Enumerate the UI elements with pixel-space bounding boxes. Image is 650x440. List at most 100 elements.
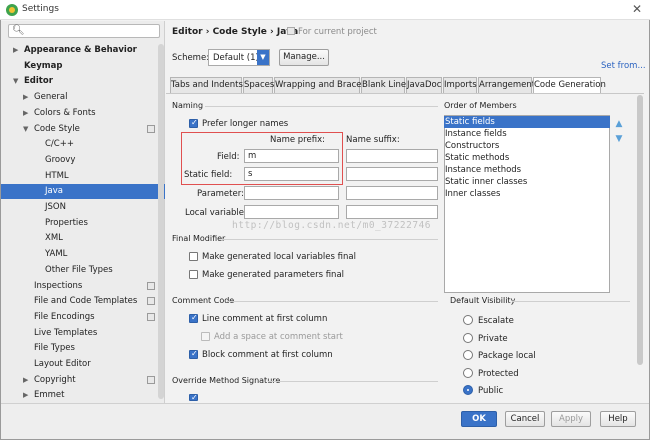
sidebar-item[interactable]: ▼ Code Style	[1, 122, 165, 137]
help-button[interactable]: Help	[600, 411, 636, 427]
scheme-select[interactable]: Default (1) ▼	[208, 49, 270, 66]
sidebar-item[interactable]: Other File Types	[1, 263, 165, 278]
order-list-item[interactable]: Static fields	[444, 116, 610, 128]
final-params-label: Make generated parameters final	[202, 270, 345, 280]
close-icon[interactable]: ✕	[630, 2, 644, 16]
sidebar-item[interactable]: HTML	[1, 169, 165, 184]
tab[interactable]: Wrapping and Braces	[274, 77, 366, 93]
sidebar-item-label: General	[34, 92, 68, 103]
prefer-longer-label: Prefer longer names	[202, 119, 289, 129]
visibility-radio[interactable]	[463, 332, 473, 343]
arrow-down-icon[interactable]: ▼	[614, 134, 624, 144]
add-space-label: Add a space at comment start	[214, 332, 343, 342]
sidebar-item[interactable]: ▶ Appearance & Behavior	[1, 43, 165, 58]
sidebar-item-label: Keymap	[24, 60, 63, 71]
sidebar-item[interactable]: Live Templates	[1, 326, 165, 341]
sidebar-item[interactable]: ▶ Emmet	[1, 388, 165, 403]
static-field-prefix-input[interactable]: s	[244, 167, 339, 181]
order-list-item[interactable]: Instance methods	[444, 164, 610, 176]
chevron-right-icon[interactable]: ▶	[23, 388, 31, 403]
static-field-prefix-value: s	[248, 169, 253, 179]
chevron-right-icon[interactable]: ▶	[13, 43, 21, 58]
naming-title: Naming	[172, 101, 204, 110]
scheme-label: Scheme:	[172, 53, 210, 63]
static-field-label: Static field:	[184, 170, 233, 180]
window-title: Settings	[22, 4, 59, 14]
order-list-item[interactable]: Instance fields	[444, 128, 610, 140]
breadcrumb-note: For current project	[287, 27, 377, 37]
set-from-link[interactable]: Set from...	[601, 61, 646, 71]
visibility-radio[interactable]	[463, 367, 473, 378]
local-variable-suffix-input[interactable]	[346, 205, 438, 219]
sidebar-item[interactable]: Groovy	[1, 153, 165, 168]
android-studio-icon	[6, 4, 18, 16]
static-field-suffix-input[interactable]	[346, 167, 438, 181]
visibility-radio[interactable]	[463, 350, 473, 360]
tab[interactable]: Arrangement	[478, 77, 535, 93]
sidebar-item[interactable]: ▶ Copyright	[1, 373, 165, 388]
project-scope-icon	[147, 297, 155, 306]
tab[interactable]: Tabs and Indents	[170, 77, 243, 93]
sidebar-item[interactable]: ▶ Colors & Fonts	[1, 106, 165, 121]
final-local-vars-checkbox[interactable]	[189, 252, 198, 261]
block-comment-label: Block comment at first column	[202, 350, 333, 360]
chevron-down-icon[interactable]: ▼	[13, 74, 21, 89]
sidebar-item[interactable]: Java	[1, 184, 165, 200]
sidebar-item[interactable]: JSON	[1, 200, 165, 215]
chevron-right-icon[interactable]: ▶	[23, 106, 31, 121]
sidebar-item[interactable]: YAML	[1, 247, 165, 262]
tab[interactable]: Code Generation	[533, 77, 606, 94]
order-list-item[interactable]: Static methods	[444, 152, 610, 164]
sidebar-item[interactable]: Inspections	[1, 279, 165, 294]
parameter-prefix-input[interactable]	[244, 186, 339, 200]
name-suffix-header: Name suffix:	[346, 135, 400, 145]
cancel-button[interactable]: Cancel	[505, 411, 545, 427]
override-title: Override Method Signature	[172, 376, 281, 385]
add-space-checkbox[interactable]	[201, 332, 210, 341]
visibility-radio[interactable]	[463, 385, 473, 395]
sidebar-item[interactable]: File and Code Templates	[1, 294, 165, 309]
sidebar-item[interactable]: XML	[1, 231, 165, 246]
sidebar-item[interactable]: ▶ General	[1, 90, 165, 105]
sidebar-item[interactable]: Layout Editor	[1, 357, 165, 372]
order-list-item[interactable]: Inner classes	[444, 188, 610, 200]
apply-button[interactable]: Apply	[551, 411, 591, 427]
arrow-up-icon[interactable]: ▲	[614, 119, 624, 129]
sidebar-item-label: JSON	[45, 202, 66, 212]
field-suffix-input[interactable]	[346, 149, 438, 163]
override-checkbox-partial[interactable]	[189, 393, 198, 402]
sidebar-item[interactable]: Keymap	[1, 59, 165, 74]
tab[interactable]: Blank Lines	[361, 77, 411, 93]
manage-button[interactable]: Manage...	[279, 49, 329, 66]
field-prefix-input[interactable]: m	[244, 149, 339, 163]
order-list-item[interactable]: Constructors	[444, 140, 610, 152]
parameter-suffix-input[interactable]	[346, 186, 438, 200]
chevron-right-icon[interactable]: ▶	[23, 90, 31, 105]
visibility-radio[interactable]	[463, 315, 473, 325]
sidebar-item[interactable]: Properties	[1, 216, 165, 231]
tab[interactable]: Spaces	[243, 77, 274, 93]
tab[interactable]: Imports	[443, 77, 477, 93]
order-list-item[interactable]: Static inner classes	[444, 176, 610, 188]
project-scope-icon	[147, 124, 155, 133]
visibility-label: Private	[478, 333, 508, 344]
tab[interactable]: JavaDoc	[406, 77, 442, 93]
local-variable-prefix-input[interactable]	[244, 205, 339, 219]
sidebar-item[interactable]: C/C++	[1, 137, 165, 152]
chevron-down-icon[interactable]: ▼	[23, 122, 31, 137]
prefer-longer-checkbox[interactable]	[189, 118, 198, 128]
chevron-right-icon[interactable]: ▶	[23, 373, 31, 388]
final-local-vars-label: Make generated local variables final	[202, 252, 356, 262]
final-params-checkbox[interactable]	[189, 270, 198, 279]
field-label: Field:	[217, 152, 240, 162]
content-scrollbar[interactable]	[637, 95, 643, 365]
sidebar-item[interactable]: ▼ Editor	[1, 74, 165, 89]
sidebar-item[interactable]: File Types	[1, 341, 165, 356]
block-comment-checkbox[interactable]	[189, 349, 198, 359]
sidebar-scrollbar[interactable]	[158, 44, 164, 399]
search-input[interactable]	[8, 24, 160, 38]
ok-button[interactable]: OK	[461, 411, 497, 427]
line-comment-checkbox[interactable]	[189, 313, 198, 323]
sidebar-item[interactable]: File Encodings	[1, 310, 165, 325]
default-visibility-title: Default Visibility	[450, 296, 516, 305]
